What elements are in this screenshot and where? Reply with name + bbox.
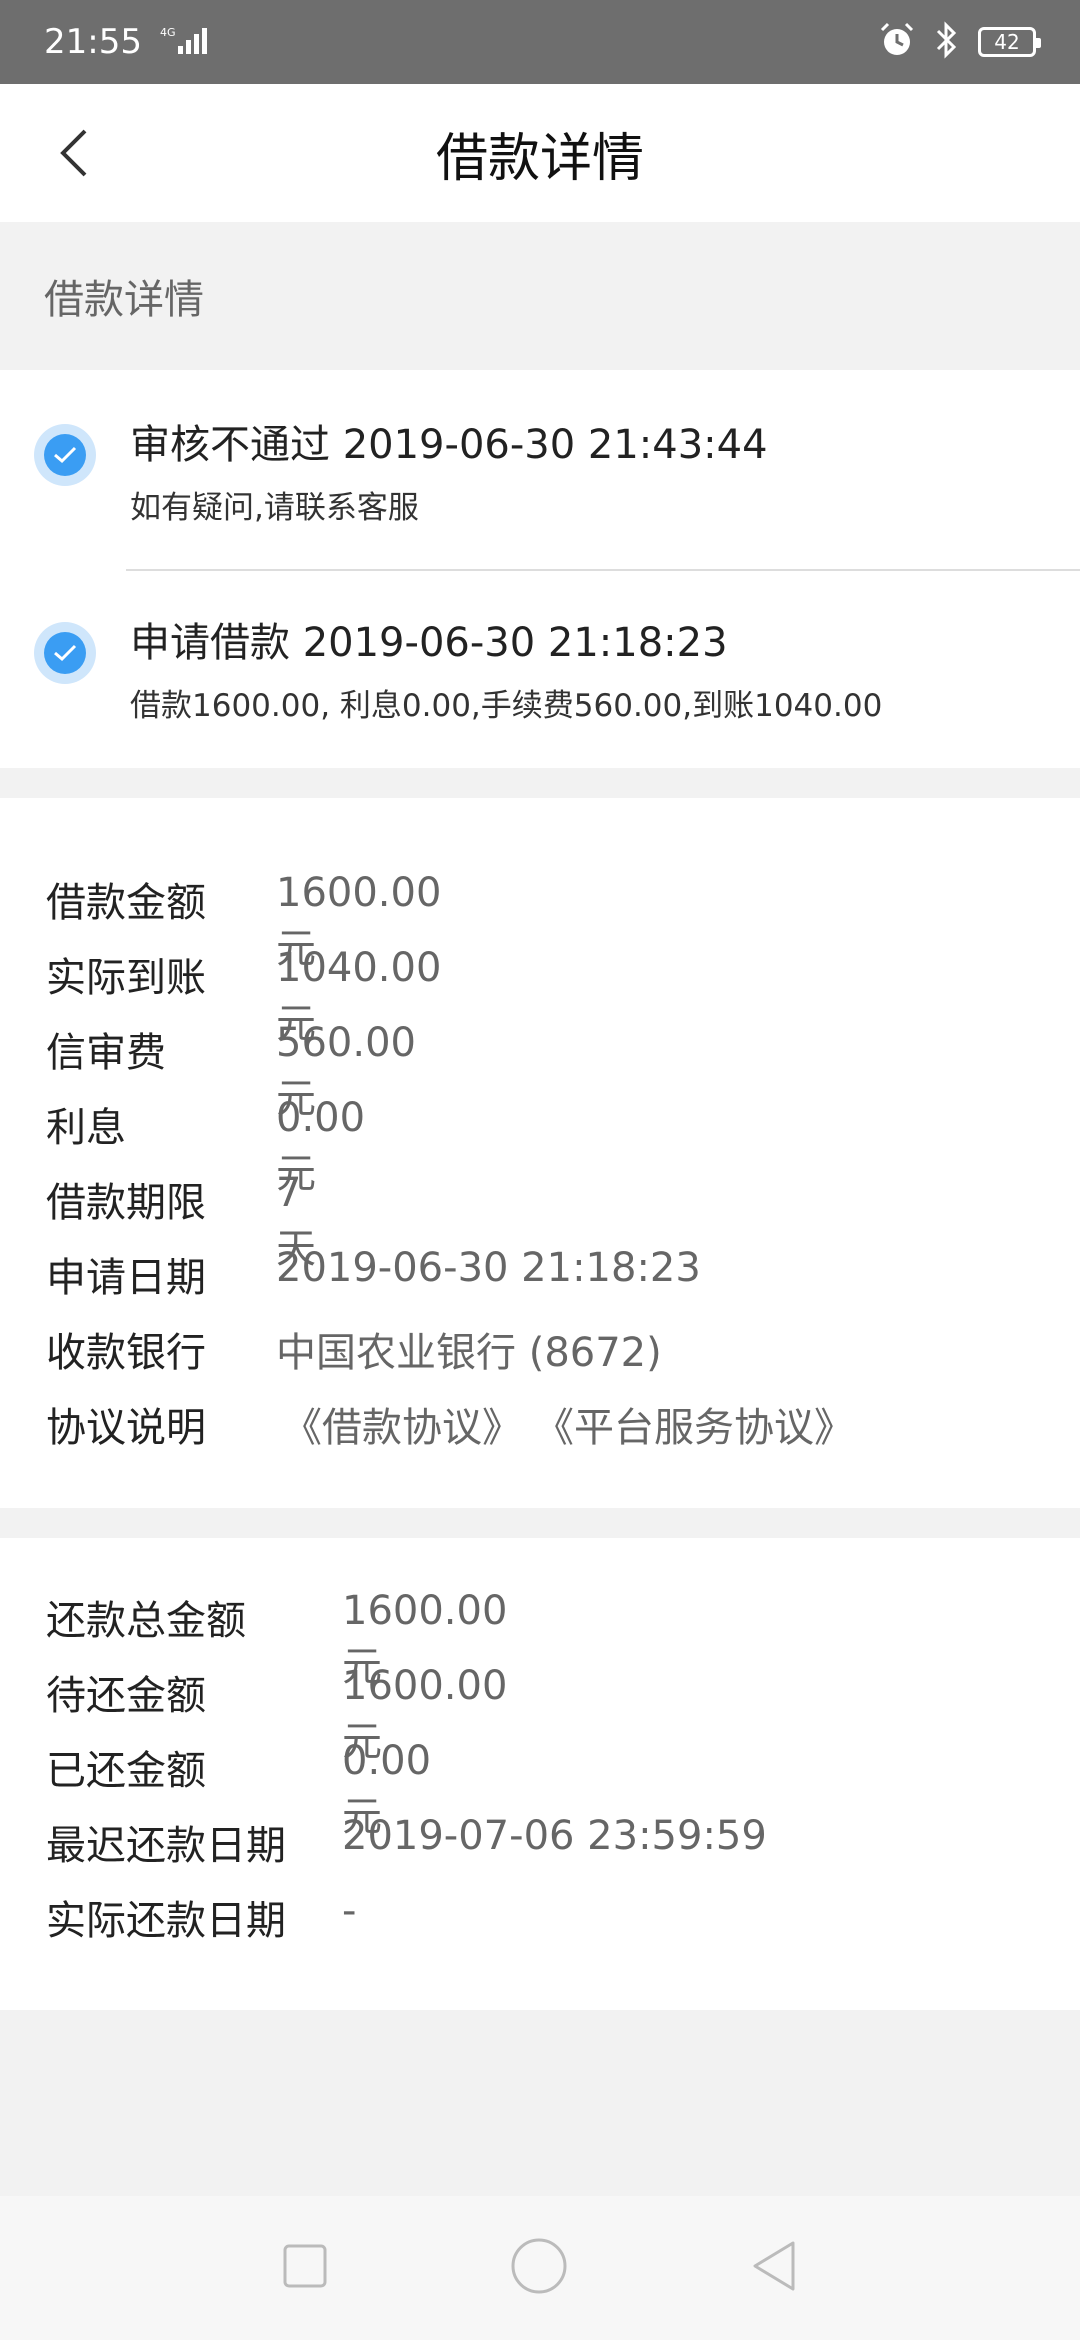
detail-row: 借款金额 1600.00元: [46, 870, 441, 972]
timeline-subtitle: 借款1600.00, 利息0.00,手续费560.00,到账1040.00: [130, 688, 883, 724]
detail-label: 已还金额: [46, 1748, 206, 1794]
section-title: 借款详情: [44, 277, 204, 323]
loan-details-card: 借款金额 1600.00元 实际到账 1040.00元 信审费 560.00元 …: [0, 798, 1080, 1508]
loan-agreement-link[interactable]: 《借款协议》: [282, 1395, 522, 1453]
status-timeline: 审核不通过 2019-06-30 21:43:44 如有疑问,请联系客服 申请借…: [0, 370, 1080, 768]
check-icon: [34, 424, 96, 486]
circle-icon: [511, 2238, 567, 2294]
check-icon: [34, 622, 96, 684]
status-time: 21:55: [44, 22, 142, 62]
home-button[interactable]: [510, 2237, 568, 2299]
detail-value: 2019-06-30 21:18:23: [276, 1245, 701, 1291]
detail-label: 利息: [46, 1105, 126, 1151]
platform-service-agreement-link[interactable]: 《平台服务协议》: [534, 1395, 854, 1453]
detail-row: 实际到账 1040.00元: [46, 945, 441, 1047]
system-back-button[interactable]: [749, 2239, 799, 2297]
detail-row: 待还金额 1600.00元: [46, 1663, 507, 1765]
detail-label: 实际还款日期: [46, 1898, 286, 1944]
detail-row: 收款银行 中国农业银行 (8672): [46, 1320, 662, 1378]
detail-row: 实际还款日期 -: [46, 1888, 356, 1946]
repayment-details-card: 还款总金额 1600.00元 待还金额 1600.00元 已还金额 0.00元 …: [0, 1538, 1080, 2010]
square-icon: [283, 2244, 327, 2288]
detail-label: 借款期限: [46, 1180, 206, 1226]
detail-row: 信审费 560.00元: [46, 1020, 416, 1122]
bluetooth-icon: [934, 21, 960, 63]
detail-label: 申请日期: [46, 1255, 206, 1301]
divider: [126, 569, 1080, 571]
page-title: 借款详情: [435, 128, 644, 189]
detail-label: 借款金额: [46, 880, 206, 926]
detail-row: 申请日期 2019-06-30 21:18:23: [46, 1245, 701, 1303]
battery-icon: 42: [978, 27, 1041, 57]
detail-label: 实际到账: [46, 955, 206, 1001]
detail-value: -: [342, 1888, 357, 1934]
detail-value: 中国农业银行 (8672): [276, 1330, 662, 1376]
alarm-icon: [878, 21, 916, 63]
timeline-title: 审核不通过 2019-06-30 21:43:44: [130, 422, 768, 468]
detail-row: 还款总金额 1600.00元: [46, 1588, 507, 1690]
detail-label: 协议说明: [46, 1405, 206, 1451]
timeline-subtitle: 如有疑问,请联系客服: [130, 490, 419, 526]
detail-label: 待还金额: [46, 1673, 206, 1719]
detail-label: 信审费: [46, 1030, 166, 1076]
back-button[interactable]: [40, 118, 110, 188]
detail-row: 已还金额 0.00元: [46, 1738, 431, 1840]
system-nav-bar: [0, 2196, 1080, 2340]
detail-row: 利息 0.00元: [46, 1095, 365, 1197]
recent-apps-button[interactable]: [281, 2242, 329, 2294]
timeline-title: 申请借款 2019-06-30 21:18:23: [130, 620, 728, 666]
svg-text:4G: 4G: [160, 26, 176, 39]
detail-label: 最迟还款日期: [46, 1823, 286, 1869]
app-header: 借款详情: [0, 84, 1080, 222]
section-header: 借款详情: [0, 222, 1080, 370]
detail-value: 2019-07-06 23:59:59: [342, 1813, 767, 1859]
detail-row: 协议说明 《借款协议》 《平台服务协议》: [46, 1395, 854, 1453]
triangle-back-icon: [753, 2241, 795, 2291]
status-bar: 21:55 4G 42: [0, 0, 1080, 84]
detail-row: 最迟还款日期 2019-07-06 23:59:59: [46, 1813, 767, 1871]
back-arrow-icon: [60, 129, 87, 177]
detail-label: 还款总金额: [46, 1598, 246, 1644]
signal-icon: 4G: [160, 24, 220, 60]
detail-row: 借款期限 7天: [46, 1170, 316, 1272]
detail-label: 收款银行: [46, 1330, 206, 1376]
